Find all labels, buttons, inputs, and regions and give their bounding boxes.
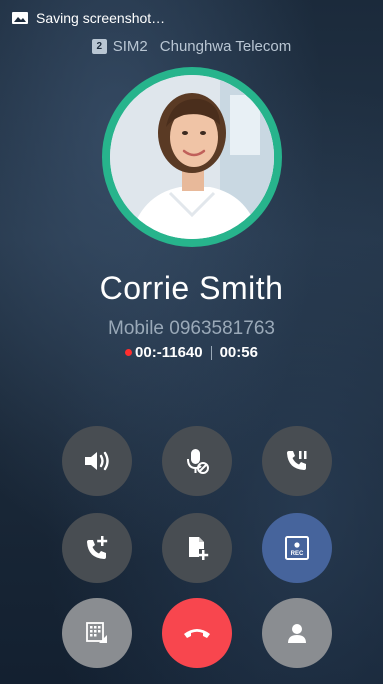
recording-dot xyxy=(125,349,133,356)
add-call-icon xyxy=(87,536,108,559)
contact-photo xyxy=(110,75,274,239)
dialpad-icon xyxy=(86,622,107,643)
sim-slot-badge: 2 xyxy=(91,39,107,54)
speaker-icon xyxy=(85,451,109,471)
dialpad-button[interactable] xyxy=(62,598,132,668)
hold-call-icon xyxy=(287,451,307,470)
record-button[interactable]: REC xyxy=(262,513,332,583)
call-timers: 00:-11640 00:56 xyxy=(0,344,383,361)
recording-time: 00:-11640 xyxy=(135,344,203,361)
contact-icon xyxy=(288,624,306,643)
image-icon xyxy=(12,12,28,24)
call-duration: 00:56 xyxy=(219,344,258,361)
sim-info: 2 SIM2 Chunghwa Telecom xyxy=(0,38,383,55)
status-bar: Saving screenshot… xyxy=(0,0,383,36)
speaker-button[interactable] xyxy=(62,426,132,496)
svg-text:REC: REC xyxy=(291,551,304,557)
incall-screen: Saving screenshot… 2 SIM2 Chunghwa Telec… xyxy=(0,0,383,684)
caller-number: Mobile 0963581763 xyxy=(108,318,275,339)
caller-name: Corrie Smith xyxy=(99,270,284,306)
end-call-icon xyxy=(184,629,210,638)
hold-button[interactable] xyxy=(262,426,332,496)
end-call-button[interactable] xyxy=(162,598,232,668)
caller-avatar xyxy=(102,67,282,247)
sim-label: SIM2 xyxy=(112,38,148,55)
add-call-button[interactable] xyxy=(62,513,132,583)
carrier-name: Chunghwa Telecom xyxy=(159,38,292,55)
notification-text: Saving screenshot… xyxy=(36,10,166,26)
note-icon xyxy=(189,537,209,560)
mute-button[interactable] xyxy=(162,426,232,496)
contact-button[interactable] xyxy=(262,598,332,668)
mute-mic-icon xyxy=(187,449,209,474)
record-icon: REC xyxy=(285,536,309,560)
timer-separator xyxy=(210,345,212,360)
note-button[interactable] xyxy=(162,513,232,583)
